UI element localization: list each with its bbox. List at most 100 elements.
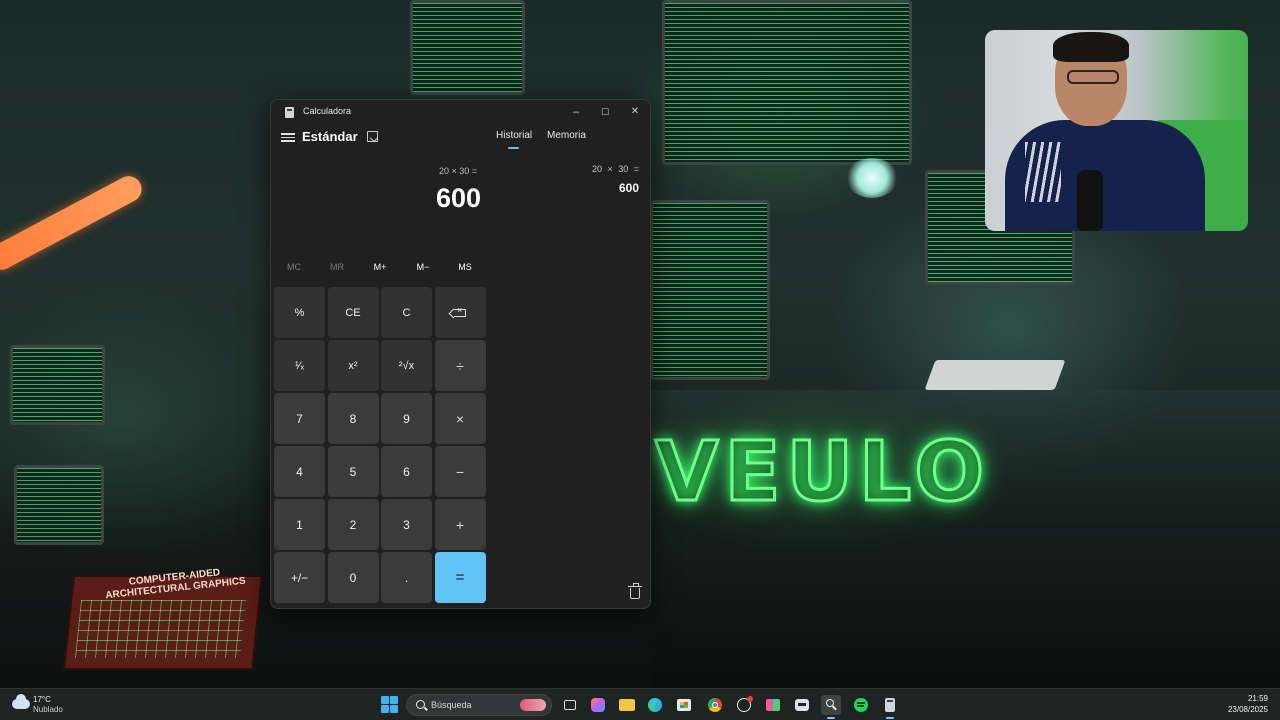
cloud-icon bbox=[12, 694, 30, 709]
subtract-label: − bbox=[455, 463, 465, 480]
memory-recall-button[interactable]: MR bbox=[317, 262, 357, 272]
chrome-icon[interactable] bbox=[705, 695, 725, 715]
digit-4-key[interactable]: 4 bbox=[274, 446, 325, 497]
file-explorer-icon[interactable] bbox=[617, 695, 637, 715]
taskbar: 17°C Nublado Búsqueda 21:59 23/08/2025 bbox=[0, 688, 1280, 720]
tab-history[interactable]: Historial bbox=[496, 130, 532, 141]
wallpaper-monitor-center bbox=[650, 200, 770, 380]
digit-1-label: 1 bbox=[296, 517, 303, 532]
negate-key[interactable]: +/− bbox=[274, 552, 325, 603]
webcam-person-hair bbox=[1053, 32, 1129, 62]
wallpaper-monitor-top bbox=[410, 0, 525, 95]
square-root-key[interactable]: ²√x bbox=[381, 340, 432, 391]
webcam-shirt-stripes bbox=[1025, 142, 1061, 202]
wallpaper-keyboard bbox=[924, 360, 1066, 390]
digit-2-key[interactable]: 2 bbox=[327, 499, 379, 550]
digit-9-key[interactable]: 9 bbox=[381, 393, 432, 444]
add-label: + bbox=[455, 516, 465, 533]
digit-6-label: 6 bbox=[403, 464, 410, 479]
clear-entry-key[interactable]: CE bbox=[327, 287, 379, 338]
greenshot-icon[interactable] bbox=[763, 695, 783, 715]
start-button-icon[interactable] bbox=[381, 696, 398, 713]
taskbar-clock-date[interactable]: 23/08/2025 bbox=[1180, 705, 1268, 714]
clear-history-trash-icon[interactable] bbox=[628, 583, 642, 599]
digit-8-key[interactable]: 8 bbox=[327, 393, 379, 444]
equals-key[interactable]: = bbox=[434, 552, 486, 603]
reciprocal-label: ¹⁄ₓ bbox=[294, 359, 305, 372]
taskbar-search-box[interactable]: Búsqueda bbox=[406, 694, 552, 716]
wallpaper-orange-stick bbox=[0, 171, 147, 275]
digit-5-label: 5 bbox=[349, 464, 357, 479]
divide-key[interactable]: ÷ bbox=[434, 340, 486, 391]
wallpaper-monitor-left-lower bbox=[14, 465, 104, 545]
history-item-result[interactable]: 600 bbox=[531, 181, 639, 195]
calculator-window: Calculadora – ☐ ✕ Estándar Historial Mem… bbox=[270, 99, 651, 609]
active-app-indicator bbox=[827, 717, 835, 719]
decimal-key[interactable]: . bbox=[381, 552, 432, 603]
ai-app-icon[interactable] bbox=[792, 695, 812, 715]
add-key[interactable]: + bbox=[434, 499, 486, 550]
taskbar-clock-time[interactable]: 21:59 bbox=[1180, 694, 1268, 703]
task-view-icon[interactable] bbox=[560, 695, 580, 715]
digit-5-key[interactable]: 5 bbox=[327, 446, 379, 497]
digit-3-key[interactable]: 3 bbox=[381, 499, 432, 550]
active-tab-indicator bbox=[508, 147, 519, 149]
backspace-key[interactable] bbox=[434, 287, 486, 338]
calculator-icon[interactable] bbox=[880, 695, 900, 715]
wallpaper-book-grid bbox=[74, 600, 247, 658]
wallpaper-lamp-light bbox=[846, 158, 898, 198]
calculator-app-icon bbox=[285, 107, 294, 118]
digit-7-key[interactable]: 7 bbox=[274, 393, 325, 444]
calculator-active-indicator bbox=[886, 717, 894, 719]
digit-6-key[interactable]: 6 bbox=[381, 446, 432, 497]
search-icon bbox=[416, 700, 425, 709]
webcam-microphone bbox=[1077, 170, 1103, 231]
digit-3-label: 3 bbox=[403, 517, 410, 532]
result-display: 600 bbox=[435, 183, 481, 213]
equals-label: = bbox=[455, 569, 465, 586]
clear-entry-label: CE bbox=[345, 306, 361, 319]
memory-store-button[interactable]: MS bbox=[445, 262, 485, 272]
github-icon[interactable] bbox=[734, 695, 754, 715]
percent-key[interactable]: % bbox=[274, 287, 325, 338]
square-label: x² bbox=[348, 359, 358, 372]
wallpaper-monitor-left bbox=[10, 345, 105, 425]
search-app-icon[interactable] bbox=[821, 695, 841, 715]
spotify-icon[interactable] bbox=[851, 695, 871, 715]
clear-label: C bbox=[402, 306, 411, 319]
digit-1-key[interactable]: 1 bbox=[274, 499, 325, 550]
tab-memory[interactable]: Memoria bbox=[547, 130, 586, 141]
multiply-key[interactable]: × bbox=[434, 393, 486, 444]
edge-icon[interactable] bbox=[645, 695, 665, 715]
navigation-menu-icon[interactable] bbox=[281, 131, 295, 145]
expression-display: 20 × 30 = bbox=[438, 166, 477, 176]
square-key[interactable]: x² bbox=[327, 340, 379, 391]
maximize-button[interactable]: ☐ bbox=[590, 102, 620, 122]
minimize-button[interactable]: – bbox=[561, 102, 591, 122]
clear-key[interactable]: C bbox=[381, 287, 432, 338]
wallpaper-monitor-terminal bbox=[662, 0, 912, 165]
history-item-expression[interactable]: 20 × 30 = bbox=[531, 164, 639, 174]
close-button[interactable]: ✕ bbox=[620, 102, 650, 122]
negate-label: +/− bbox=[290, 570, 309, 585]
store-icon[interactable] bbox=[674, 695, 694, 715]
memory-add-button[interactable]: M+ bbox=[360, 262, 400, 272]
keep-on-top-icon[interactable] bbox=[367, 131, 378, 142]
keypad: % CE C ¹⁄ₓ x² ²√x ÷ 7 8 9 × 4 5 6 − 1 2 3 + +/− 0. = bbox=[274, 287, 487, 607]
window-titlebar[interactable]: Calculadora – ☐ ✕ bbox=[271, 100, 650, 124]
memory-button-row: MC MR M+ M− MS bbox=[271, 262, 491, 278]
memory-subtract-button[interactable]: M− bbox=[403, 262, 443, 272]
wallpaper-neon-text: VEULO bbox=[653, 424, 991, 522]
subtract-key[interactable]: − bbox=[434, 446, 486, 497]
webcam-overlay bbox=[985, 30, 1248, 231]
weather-description: Nublado bbox=[33, 705, 63, 714]
copilot-icon[interactable] bbox=[588, 695, 608, 715]
memory-clear-button[interactable]: MC bbox=[274, 262, 314, 272]
percent-label: % bbox=[294, 306, 305, 319]
divide-label: ÷ bbox=[456, 357, 464, 374]
window-title: Calculadora bbox=[303, 106, 352, 116]
digit-0-key[interactable]: 0 bbox=[327, 552, 379, 603]
backspace-icon bbox=[454, 305, 466, 317]
digit-9-label: 9 bbox=[403, 411, 410, 426]
reciprocal-key[interactable]: ¹⁄ₓ bbox=[274, 340, 325, 391]
